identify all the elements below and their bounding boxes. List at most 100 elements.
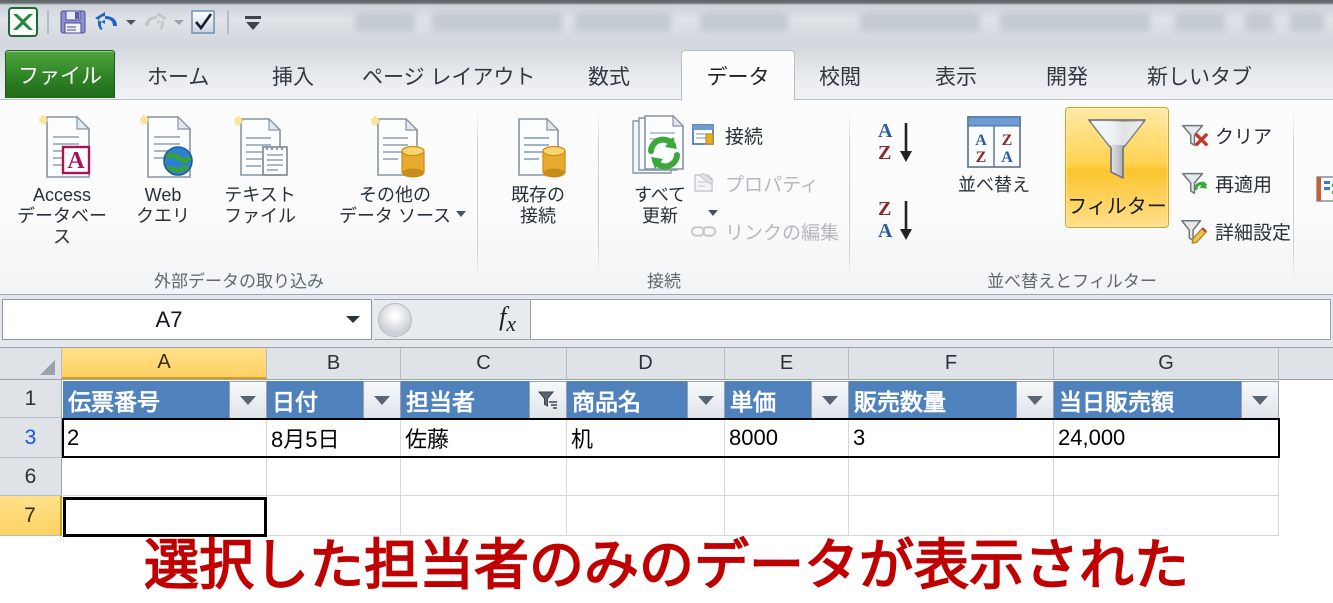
web-query-icon bbox=[127, 109, 199, 185]
filter-applied-funnel-icon bbox=[537, 391, 557, 409]
tab-home[interactable]: ホーム bbox=[133, 51, 223, 100]
custom-sort-label: 並べ替え bbox=[958, 175, 1030, 195]
web-query-button[interactable]: Web クエリ bbox=[127, 109, 199, 227]
filter-dropdown-e[interactable] bbox=[811, 381, 849, 419]
cell-g6[interactable] bbox=[1054, 458, 1279, 496]
edit-links-label: リンクの編集 bbox=[725, 222, 840, 244]
svg-text:Z: Z bbox=[976, 149, 987, 166]
tab-developer[interactable]: 開発 bbox=[1032, 51, 1102, 100]
column-header-g[interactable]: G bbox=[1054, 348, 1279, 379]
chevron-down-icon[interactable] bbox=[335, 316, 371, 323]
sort-descending-za-button[interactable]: Z A bbox=[872, 193, 924, 252]
column-header-a[interactable]: A bbox=[62, 348, 267, 379]
text-file-button[interactable]: テキスト ファイル bbox=[212, 109, 308, 227]
formula-bar-expand-knob[interactable] bbox=[378, 302, 412, 337]
cell-d6[interactable] bbox=[567, 458, 725, 496]
ribbon-group-connections: 既存の 接続 すべて 更新 接続 プロパティ リンクの編集 接続 bbox=[478, 101, 850, 294]
sort-ascending-az-icon: A Z bbox=[878, 120, 912, 164]
row-header-6[interactable]: 6 bbox=[0, 458, 62, 496]
connections-button[interactable]: 接続 bbox=[690, 115, 763, 155]
tab-insert[interactable]: 挿入 bbox=[258, 51, 328, 100]
tab-file[interactable]: ファイル bbox=[5, 50, 115, 98]
existing-connections-label-2: 接続 bbox=[520, 205, 556, 226]
column-header-row[interactable]: A B C D E F G bbox=[0, 348, 1333, 380]
column-header-f[interactable]: F bbox=[849, 348, 1054, 379]
tab-review[interactable]: 校閲 bbox=[805, 51, 875, 100]
tab-data[interactable]: データ bbox=[681, 50, 795, 101]
cell-c6[interactable] bbox=[401, 458, 567, 496]
tab-page-layout[interactable]: ページ レイアウト bbox=[348, 51, 549, 100]
name-box-value: A7 bbox=[155, 306, 183, 332]
ribbon-group-get-external-data: A Access データベース Web クエリ テキスト ファイル その他の デ… bbox=[0, 101, 478, 294]
filter-dropdown-b[interactable] bbox=[363, 381, 401, 419]
tab-new-tab[interactable]: 新しいタブ bbox=[1133, 51, 1266, 100]
sort-descending-za-icon: Z A bbox=[878, 198, 912, 242]
svg-text:A: A bbox=[975, 132, 987, 149]
excel-logo-icon[interactable] bbox=[6, 5, 40, 39]
existing-connections-button[interactable]: 既存の 接続 bbox=[486, 109, 590, 227]
redo-icon[interactable] bbox=[138, 5, 172, 39]
formula-input[interactable] bbox=[531, 299, 1331, 340]
undo-icon[interactable] bbox=[90, 5, 124, 39]
fx-insert-function-icon[interactable]: fx bbox=[499, 302, 530, 337]
filter-dropdown-a[interactable] bbox=[229, 381, 267, 419]
reapply-filter-button[interactable]: 再適用 bbox=[1180, 163, 1272, 203]
filter-dropdown-f[interactable] bbox=[1016, 381, 1054, 419]
connections-label: 接続 bbox=[725, 126, 764, 148]
clear-filter-button[interactable]: クリア bbox=[1180, 115, 1272, 155]
quick-access-toolbar[interactable] bbox=[6, 4, 270, 40]
other-data-sources-dropdown-icon[interactable] bbox=[454, 205, 468, 223]
save-icon[interactable] bbox=[56, 5, 90, 39]
existing-connections-label-1: 既存の bbox=[511, 185, 565, 205]
filter-button[interactable]: フィルター bbox=[1065, 107, 1169, 228]
cell-b6[interactable] bbox=[267, 458, 401, 496]
column-header-d[interactable]: D bbox=[567, 348, 725, 379]
svg-text:A: A bbox=[878, 120, 893, 142]
redo-dropdown-icon[interactable] bbox=[172, 5, 186, 39]
custom-sort-button[interactable]: A Z Z A 並べ替え bbox=[928, 111, 1060, 196]
clear-filter-label: クリア bbox=[1215, 126, 1273, 148]
filter-dropdown-g[interactable] bbox=[1241, 381, 1279, 419]
reapply-filter-label: 再適用 bbox=[1215, 174, 1273, 196]
sort-ascending-az-button[interactable]: A Z bbox=[872, 115, 924, 174]
text-to-columns-icon[interactable] bbox=[1316, 175, 1333, 208]
properties-label: プロパティ bbox=[725, 174, 819, 196]
ribbon-group-sort-and-filter: A Z Z A A Z Z A 並べ替え フィルター クリア 再適用 詳細設定 … bbox=[850, 101, 1294, 294]
excel-window: ファイル ホーム 挿入 ページ レイアウト 数式 データ 校閲 表示 開発 新し… bbox=[0, 0, 1333, 603]
ribbon-tab-strip[interactable]: ファイル ホーム 挿入 ページ レイアウト 数式 データ 校閲 表示 開発 新し… bbox=[0, 45, 1333, 101]
tab-view[interactable]: 表示 bbox=[921, 51, 991, 100]
select-all-corner[interactable] bbox=[0, 348, 62, 379]
other-data-sources-icon bbox=[320, 109, 470, 185]
column-header-b[interactable]: B bbox=[267, 348, 401, 379]
column-header-h-partial[interactable] bbox=[1279, 348, 1333, 379]
filter-dropdown-d[interactable] bbox=[687, 381, 725, 419]
access-database-button[interactable]: A Access データベース bbox=[12, 109, 112, 248]
column-header-c[interactable]: C bbox=[401, 348, 567, 379]
filter-dropdown-c-applied[interactable] bbox=[529, 381, 567, 419]
cell-f6[interactable] bbox=[849, 458, 1054, 496]
text-file-label-2: ファイル bbox=[224, 205, 296, 226]
access-database-label-2: データベース bbox=[17, 205, 107, 247]
text-file-icon bbox=[212, 109, 308, 185]
qat-divider-2 bbox=[227, 10, 229, 34]
web-query-label-1: Web bbox=[144, 185, 182, 205]
connections-icon bbox=[690, 121, 718, 149]
insert-function-area[interactable]: fx bbox=[374, 299, 531, 340]
group-label-get-external-data: 外部データの取り込み bbox=[154, 272, 324, 291]
column-header-e[interactable]: E bbox=[725, 348, 849, 379]
tab-formulas[interactable]: 数式 bbox=[574, 51, 644, 100]
undo-dropdown-icon[interactable] bbox=[124, 5, 138, 39]
row-header-1[interactable]: 1 bbox=[0, 380, 62, 418]
cell-a6[interactable] bbox=[63, 458, 267, 496]
svg-text:Z: Z bbox=[1002, 132, 1013, 149]
check-box-icon[interactable] bbox=[186, 5, 220, 39]
ribbon-group-data-tools-partial bbox=[1294, 101, 1333, 294]
cell-e6[interactable] bbox=[725, 458, 849, 496]
custom-sort-icon: A Z Z A bbox=[928, 111, 1060, 175]
name-box[interactable]: A7 bbox=[2, 299, 372, 340]
advanced-filter-button[interactable]: 詳細設定 bbox=[1180, 211, 1291, 251]
other-data-sources-button[interactable]: その他の データ ソース bbox=[320, 109, 470, 227]
svg-text:Z: Z bbox=[878, 198, 891, 220]
customize-quick-access-toolbar-icon[interactable] bbox=[236, 5, 270, 39]
row-header-3[interactable]: 3 bbox=[0, 418, 62, 458]
